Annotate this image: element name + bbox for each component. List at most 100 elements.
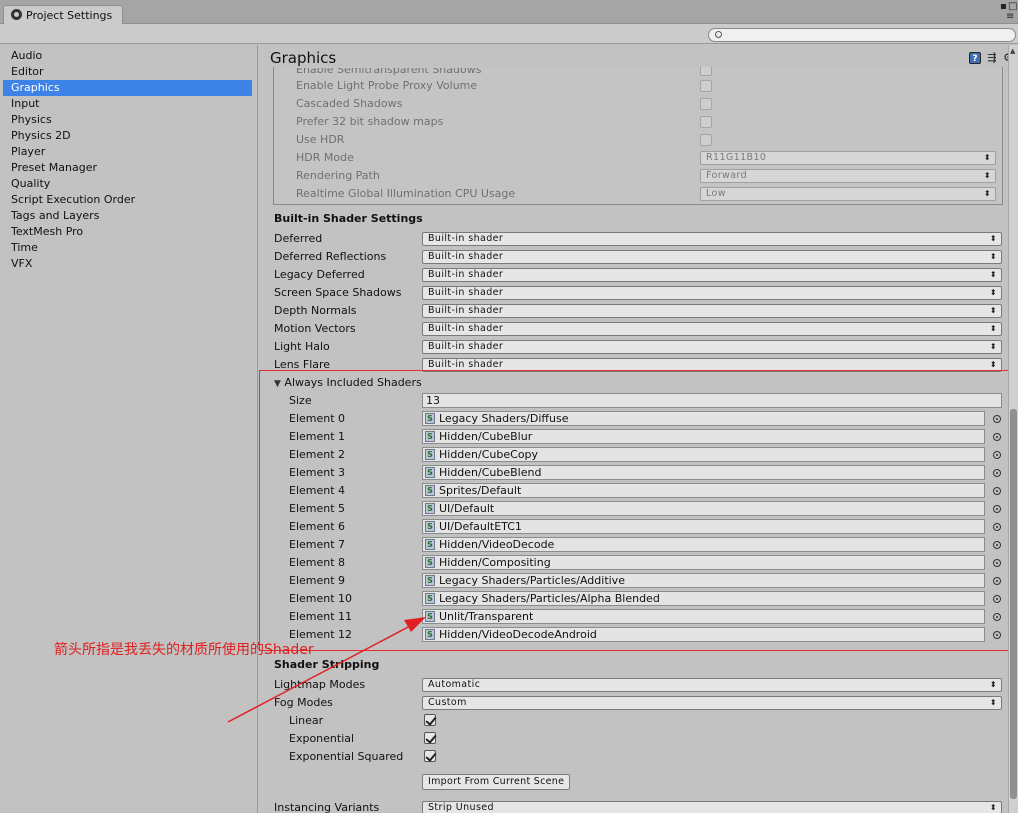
object-picker-icon[interactable] bbox=[993, 595, 1001, 603]
object-picker-icon[interactable] bbox=[993, 451, 1001, 459]
sidebar-item-editor[interactable]: Editor bbox=[3, 64, 252, 80]
scroll-up-icon[interactable]: ▲ bbox=[1010, 47, 1015, 55]
shader-object-field[interactable]: S Hidden/VideoDecode bbox=[422, 537, 985, 552]
object-picker-icon[interactable] bbox=[993, 577, 1001, 585]
search-input[interactable] bbox=[708, 28, 1016, 42]
shader-icon: S bbox=[425, 449, 435, 460]
semitransparent-shadows-checkbox[interactable] bbox=[700, 67, 712, 76]
shader-object-field[interactable]: S Hidden/VideoDecodeAndroid bbox=[422, 627, 985, 642]
shader-object-field[interactable]: S Unlit/Transparent bbox=[422, 609, 985, 624]
shader-object-field[interactable]: S Hidden/Compositing bbox=[422, 555, 985, 570]
dropdown-value: Custom bbox=[428, 697, 467, 708]
sidebar-item-script-execution-order[interactable]: Script Execution Order bbox=[3, 192, 252, 208]
motion-vectors-dropdown[interactable]: Built-in shader ⬍ bbox=[422, 322, 1002, 336]
fog-linear-checkbox[interactable] bbox=[424, 714, 436, 726]
sidebar-item-physics-2d[interactable]: Physics 2D bbox=[3, 128, 252, 144]
tab-menu-icon[interactable]: ≡ bbox=[1006, 12, 1014, 22]
shader-name: Hidden/VideoDecodeAndroid bbox=[439, 628, 597, 641]
sidebar-item-physics[interactable]: Physics bbox=[3, 112, 252, 128]
shader-name: Hidden/Compositing bbox=[439, 556, 551, 569]
object-picker-icon[interactable] bbox=[993, 631, 1001, 639]
shader-object-field[interactable]: S Hidden/CubeBlend bbox=[422, 465, 985, 480]
light-probe-proxy-checkbox[interactable] bbox=[700, 80, 712, 92]
object-picker-icon[interactable] bbox=[993, 433, 1001, 441]
section-title-stripping: Shader Stripping bbox=[274, 658, 380, 671]
preset-icon[interactable]: ⇶ bbox=[986, 52, 998, 64]
gi-cpu-usage-dropdown[interactable]: Low ⬍ bbox=[700, 187, 996, 201]
light-halo-dropdown[interactable]: Built-in shader ⬍ bbox=[422, 340, 1002, 354]
object-picker-icon[interactable] bbox=[993, 469, 1001, 477]
cascaded-shadows-checkbox[interactable] bbox=[700, 98, 712, 110]
object-picker-icon[interactable] bbox=[993, 523, 1001, 531]
shader-object-field[interactable]: S Hidden/CubeCopy bbox=[422, 447, 985, 462]
setting-label: Use HDR bbox=[296, 133, 345, 146]
deferred-reflections-dropdown[interactable]: Built-in shader ⬍ bbox=[422, 250, 1002, 264]
shader-name: UI/Default bbox=[439, 502, 495, 515]
project-settings-tab[interactable]: Project Settings bbox=[3, 5, 123, 25]
depth-normals-dropdown[interactable]: Built-in shader ⬍ bbox=[422, 304, 1002, 318]
object-picker-icon[interactable] bbox=[993, 415, 1001, 423]
vertical-scrollbar[interactable]: ▲ bbox=[1008, 45, 1018, 813]
screen-space-shadows-dropdown[interactable]: Built-in shader ⬍ bbox=[422, 286, 1002, 300]
dropdown-arrow-icon: ⬍ bbox=[989, 324, 997, 333]
size-field[interactable]: 13 bbox=[422, 393, 1002, 408]
sidebar-item-textmesh-pro[interactable]: TextMesh Pro bbox=[3, 224, 252, 240]
always-included-foldout[interactable]: ▼ Always Included Shaders bbox=[274, 376, 422, 389]
dropdown-arrow-icon: ⬍ bbox=[989, 306, 997, 315]
shader-object-field[interactable]: S Legacy Shaders/Particles/Additive bbox=[422, 573, 985, 588]
sidebar-item-tags-and-layers[interactable]: Tags and Layers bbox=[3, 208, 252, 224]
sidebar-item-audio[interactable]: Audio bbox=[3, 48, 252, 64]
builtin-label: Depth Normals bbox=[274, 304, 357, 317]
setting-label: Realtime Global Illumination CPU Usage bbox=[296, 187, 516, 200]
shader-name: Hidden/VideoDecode bbox=[439, 538, 555, 551]
dropdown-arrow-icon: ⬍ bbox=[983, 189, 991, 198]
use-hdr-checkbox[interactable] bbox=[700, 134, 712, 146]
dropdown-value: Built-in shader bbox=[428, 323, 504, 334]
sidebar-item-time[interactable]: Time bbox=[3, 240, 252, 256]
sidebar-item-quality[interactable]: Quality bbox=[3, 176, 252, 192]
legacy-deferred-dropdown[interactable]: Built-in shader ⬍ bbox=[422, 268, 1002, 282]
object-picker-icon[interactable] bbox=[993, 541, 1001, 549]
dropdown-value: Built-in shader bbox=[428, 233, 504, 244]
rendering-path-dropdown[interactable]: Forward ⬍ bbox=[700, 169, 996, 183]
dropdown-arrow-icon: ⬍ bbox=[989, 698, 997, 707]
prefer-32bit-shadow-checkbox[interactable] bbox=[700, 116, 712, 128]
sidebar-item-player[interactable]: Player bbox=[3, 144, 252, 160]
shader-object-field[interactable]: S Legacy Shaders/Diffuse bbox=[422, 411, 985, 426]
dropdown-value: Forward bbox=[706, 170, 748, 181]
shader-object-field[interactable]: S Legacy Shaders/Particles/Alpha Blended bbox=[422, 591, 985, 606]
fog-exponential-squared-checkbox[interactable] bbox=[424, 750, 436, 762]
sidebar-item-preset-manager[interactable]: Preset Manager bbox=[3, 160, 252, 176]
dropdown-value: Built-in shader bbox=[428, 251, 504, 262]
deferred-dropdown[interactable]: Built-in shader ⬍ bbox=[422, 232, 1002, 246]
instancing-variants-dropdown[interactable]: Strip Unused ⬍ bbox=[422, 801, 1002, 813]
fog-exponential-checkbox[interactable] bbox=[424, 732, 436, 744]
object-picker-icon[interactable] bbox=[993, 505, 1001, 513]
import-from-scene-button[interactable]: Import From Current Scene bbox=[422, 774, 571, 790]
shader-object-field[interactable]: S UI/Default bbox=[422, 501, 985, 516]
sidebar-item-graphics[interactable]: Graphics bbox=[3, 80, 252, 96]
lightmap-modes-dropdown[interactable]: Automatic ⬍ bbox=[422, 678, 1002, 692]
fog-modes-label: Fog Modes bbox=[274, 696, 333, 709]
shader-object-field[interactable]: S Sprites/Default bbox=[422, 483, 985, 498]
shader-icon: S bbox=[425, 629, 435, 640]
shader-object-field[interactable]: S Hidden/CubeBlur bbox=[422, 429, 985, 444]
sidebar-item-input[interactable]: Input bbox=[3, 96, 252, 112]
hdr-mode-dropdown[interactable]: R11G11B10 ⬍ bbox=[700, 151, 996, 165]
scroll-thumb[interactable] bbox=[1010, 409, 1017, 799]
shader-object-field[interactable]: S UI/DefaultETC1 bbox=[422, 519, 985, 534]
shader-icon: S bbox=[425, 413, 435, 424]
dropdown-arrow-icon: ⬍ bbox=[989, 234, 997, 243]
search-icon bbox=[715, 31, 722, 38]
dropdown-arrow-icon: ⬍ bbox=[989, 680, 997, 689]
help-icon[interactable]: ? bbox=[969, 52, 981, 64]
object-picker-icon[interactable] bbox=[993, 487, 1001, 495]
object-picker-icon[interactable] bbox=[993, 559, 1001, 567]
builtin-label: Legacy Deferred bbox=[274, 268, 365, 281]
graphics-settings-panel: Graphics ? ⇶ ⚙ Enable Semitransparent Sh… bbox=[259, 45, 1008, 813]
shader-icon: S bbox=[425, 611, 435, 622]
sidebar-item-vfx[interactable]: VFX bbox=[3, 256, 252, 272]
fog-modes-dropdown[interactable]: Custom ⬍ bbox=[422, 696, 1002, 710]
element-label: Element 5 bbox=[289, 502, 346, 515]
object-picker-icon[interactable] bbox=[993, 613, 1001, 621]
